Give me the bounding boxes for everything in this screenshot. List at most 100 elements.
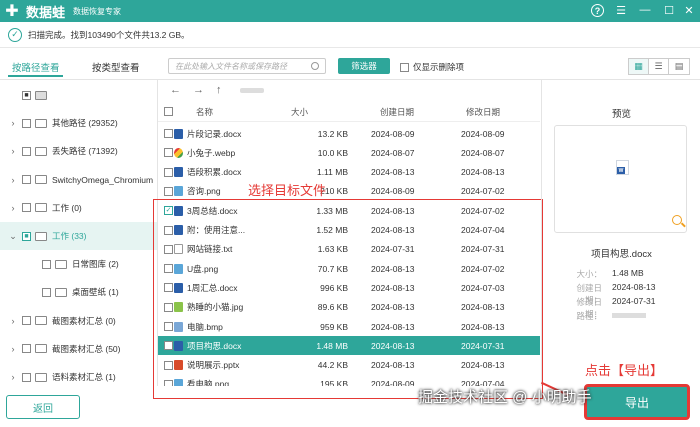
annotation-click-export: 点击【导出】 (585, 363, 664, 378)
zoom-icon[interactable] (672, 215, 682, 225)
expand-arrow-icon[interactable]: › (8, 344, 18, 354)
deleted-only-toggle[interactable]: 仅显示删除项 (400, 61, 464, 73)
tree-item[interactable]: › SwitchyOmega_Chromium (0, 166, 157, 194)
file-created: 2024-08-09 (371, 128, 415, 139)
export-button[interactable]: 导出 (584, 384, 690, 420)
folder-icon (55, 259, 67, 269)
search-icon[interactable] (311, 62, 319, 70)
active-tab-indicator (8, 75, 63, 77)
tree-item-checkbox[interactable] (22, 175, 31, 185)
search-placeholder: 在此处输入文件名称或保存路径 (175, 61, 287, 71)
expand-arrow-icon[interactable]: › (8, 146, 18, 156)
detail-view-icon[interactable]: ▤ (669, 59, 689, 74)
navigation-bar: ← → ↑ (158, 80, 540, 100)
expand-arrow-icon[interactable]: › (8, 118, 18, 128)
tree-item-label: SwitchyOmega_Chromium (52, 174, 154, 185)
tree-item-checkbox[interactable] (22, 344, 31, 354)
expand-arrow-icon[interactable]: ⌄ (8, 231, 18, 242)
folder-icon (35, 231, 47, 241)
tab-by-path[interactable]: 按路径查看 (12, 60, 60, 74)
tree-item-checkbox[interactable] (22, 146, 31, 156)
tree-item[interactable]: › 其他路径 (29352) (0, 109, 157, 137)
tree-item-label: 截图素材汇总 (50) (52, 343, 121, 354)
file-row[interactable]: 片段记录.docx 13.2 KB 2024-08-09 2024-08-09 (158, 124, 540, 143)
folder-icon (35, 146, 47, 156)
folder-icon (35, 203, 47, 213)
back-button[interactable]: 返回 (6, 395, 80, 419)
tree-item-label: 日常图库 (2) (72, 259, 119, 270)
menu-icon[interactable]: ☰ (614, 3, 628, 17)
toolbar: 按路径查看 按类型查看 在此处输入文件名称或保存路径 筛选器 仅显示删除项 ▦ … (0, 50, 700, 80)
minimize-icon[interactable]: — (638, 3, 652, 17)
docx-file-icon (174, 167, 183, 178)
tree-item[interactable]: ⌄ ■ 工作 (33) (0, 222, 157, 250)
tab-by-type[interactable]: 按类型查看 (92, 60, 140, 74)
watermark: 掘金技术社区 @ 小明助手 (418, 389, 592, 406)
tree-item-checkbox[interactable] (42, 287, 51, 297)
expand-arrow-icon[interactable]: › (8, 372, 18, 382)
title-bar: ✚ 数据蛙 数据恢复专家 ? ☰ — ☐ ✕ (0, 0, 700, 22)
file-row[interactable]: 小兔子.webp 10.0 KB 2024-08-07 2024-08-07 (158, 143, 540, 162)
deleted-only-checkbox[interactable] (400, 62, 409, 72)
view-mode-switch: ▦ ☰ ▤ (628, 58, 690, 75)
help-icon[interactable]: ? (591, 4, 604, 17)
file-checkbox[interactable] (164, 186, 173, 196)
select-all-checkbox[interactable] (164, 107, 173, 116)
list-view-icon[interactable]: ☰ (649, 59, 669, 74)
tree-item-checkbox[interactable]: ■ (22, 231, 31, 241)
tree-item[interactable]: ■ (0, 81, 157, 109)
tree-item-checkbox[interactable]: ■ (22, 90, 31, 100)
back-arrow-icon[interactable]: ← (170, 84, 181, 96)
maximize-icon[interactable]: ☐ (662, 3, 676, 17)
file-checkbox[interactable] (164, 148, 173, 158)
tree-item-checkbox[interactable] (42, 259, 51, 269)
file-checkbox[interactable] (164, 129, 173, 138)
preview-panel: 预览 W 项目构思.docx 大小： 1.48 MB 创建日期： 2024-08-1… (541, 80, 700, 386)
file-created: 2024-08-07 (371, 147, 415, 158)
tree-item-label: 丢失路径 (71392) (52, 146, 118, 157)
tree-item-checkbox[interactable] (22, 316, 31, 326)
word-icon-letter: W (617, 167, 625, 174)
scan-complete-icon: ✓ (8, 27, 22, 42)
file-created: 2024-08-13 (371, 167, 415, 178)
tree-item[interactable]: › 截图素材汇总 (50) (0, 335, 157, 363)
tree-item[interactable]: › 工作 (0) (0, 194, 157, 222)
folder-icon (35, 316, 47, 326)
filter-button[interactable]: 筛选器 (338, 58, 390, 74)
column-name[interactable]: 名称 (196, 106, 276, 118)
column-modified[interactable]: 修改日期 (466, 106, 500, 118)
tree-item[interactable]: › 语料素材汇总 (1) (0, 363, 157, 386)
webp-file-icon (174, 147, 183, 158)
file-row[interactable]: 语段积累.docx 1.11 MB 2024-08-13 2024-08-13 (158, 163, 540, 182)
column-created[interactable]: 创建日期 (380, 106, 414, 118)
expand-arrow-icon[interactable]: › (8, 316, 18, 326)
file-name: 语段积累.docx (187, 167, 242, 178)
tree-item-checkbox[interactable] (22, 118, 31, 128)
search-input[interactable]: 在此处输入文件名称或保存路径 (168, 58, 326, 74)
folder-icon (35, 118, 47, 128)
file-size: 10.0 KB (317, 147, 348, 158)
breadcrumb (239, 87, 264, 93)
preview-file-name: 项目构思.docx (591, 249, 652, 260)
preview-path: 路径： (568, 310, 646, 322)
expand-arrow-icon[interactable]: › (8, 175, 18, 185)
app-logo-icon: ✚ (5, 3, 19, 20)
up-arrow-icon[interactable]: ↑ (216, 84, 222, 96)
close-icon[interactable]: ✕ (682, 3, 696, 17)
tree-item[interactable]: › 截图素材汇总 (0) (0, 307, 157, 335)
tree-item-label: 截图素材汇总 (0) (52, 315, 116, 326)
tree-item-checkbox[interactable] (22, 372, 31, 382)
tree-item[interactable]: 日常图库 (2) (0, 250, 157, 278)
path-label: 路径： (576, 311, 602, 321)
tree-item-label: 桌面壁纸 (1) (72, 287, 119, 298)
forward-arrow-icon[interactable]: → (193, 84, 204, 96)
grid-view-icon[interactable]: ▦ (629, 59, 649, 74)
tree-item[interactable]: › 丢失路径 (71392) (0, 137, 157, 165)
tree-item[interactable]: 桌面壁纸 (1) (0, 278, 157, 306)
file-checkbox[interactable] (164, 167, 173, 177)
folder-icon (35, 90, 47, 100)
preview-size: 大小： 1.48 MB (568, 268, 643, 280)
expand-arrow-icon[interactable]: › (8, 203, 18, 213)
column-size[interactable]: 大小 (291, 106, 371, 118)
tree-item-checkbox[interactable] (22, 203, 31, 213)
